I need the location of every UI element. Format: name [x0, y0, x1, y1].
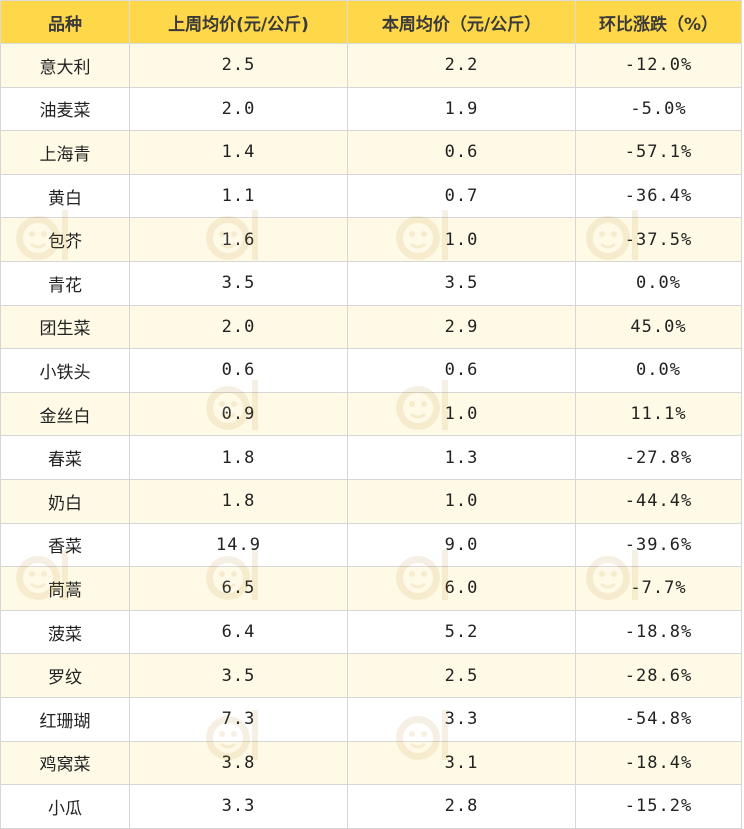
variety-cell: 小铁头	[0, 348, 130, 393]
table-row: 小铁头 0.6 0.6 0.0%	[0, 348, 742, 393]
variety-cell: 春菜	[0, 435, 130, 480]
variety-cell: 小瓜	[0, 784, 130, 829]
variety-cell: 奶白	[0, 478, 130, 524]
this-week-price-cell: 2.2	[347, 43, 576, 88]
variety-cell: 团生菜	[0, 304, 130, 350]
table-row: 团生菜 2.0 2.9 45.0%	[0, 304, 742, 350]
variety-cell: 包芥	[0, 217, 130, 262]
table-row: 鸡窝菜 3.8 3.1 -18.4%	[0, 740, 742, 786]
table-row: 金丝白 0.9 1.0 11.1%	[0, 391, 742, 437]
last-week-price-cell: 1.6	[129, 217, 348, 262]
this-week-price-cell: 6.0	[347, 566, 576, 611]
last-week-price-cell: 3.5	[129, 653, 348, 698]
change-percent-cell: -18.8%	[575, 609, 742, 655]
this-week-price-cell: 3.5	[347, 260, 576, 306]
change-percent-cell: -27.8%	[575, 435, 742, 480]
change-percent-cell: -57.1%	[575, 130, 742, 175]
change-percent-cell: -36.4%	[575, 173, 742, 219]
change-percent-cell: 11.1%	[575, 391, 742, 437]
table-header: 品种 上周均价(元/公斤) 本周均价（元/公斤） 环比涨跌（%）	[0, 0, 742, 44]
change-percent-cell: 45.0%	[575, 304, 742, 350]
table-row: 黄白 1.1 0.7 -36.4%	[0, 173, 742, 219]
variety-cell: 罗纹	[0, 653, 130, 698]
change-percent-cell: -37.5%	[575, 217, 742, 262]
table-row: 青花 3.5 3.5 0.0%	[0, 260, 742, 306]
this-week-price-cell: 1.3	[347, 435, 576, 480]
change-percent-cell: -18.4%	[575, 740, 742, 786]
this-week-price-cell: 1.0	[347, 391, 576, 437]
variety-cell: 红珊瑚	[0, 696, 130, 742]
header-variety: 品种	[0, 0, 130, 44]
change-percent-cell: -15.2%	[575, 784, 742, 829]
table-row: 奶白 1.8 1.0 -44.4%	[0, 478, 742, 524]
last-week-price-cell: 2.0	[129, 304, 348, 350]
change-percent-cell: -5.0%	[575, 86, 742, 132]
variety-cell: 茼蒿	[0, 566, 130, 611]
this-week-price-cell: 3.1	[347, 740, 576, 786]
header-this-week-price: 本周均价（元/公斤）	[347, 0, 576, 44]
this-week-price-cell: 1.9	[347, 86, 576, 132]
table-row: 油麦菜 2.0 1.9 -5.0%	[0, 86, 742, 132]
last-week-price-cell: 0.9	[129, 391, 348, 437]
this-week-price-cell: 0.6	[347, 130, 576, 175]
table-row: 春菜 1.8 1.3 -27.8%	[0, 435, 742, 480]
change-percent-cell: 0.0%	[575, 260, 742, 306]
last-week-price-cell: 1.8	[129, 478, 348, 524]
this-week-price-cell: 2.8	[347, 784, 576, 829]
last-week-price-cell: 3.3	[129, 784, 348, 829]
change-percent-cell: -12.0%	[575, 43, 742, 88]
this-week-price-cell: 1.0	[347, 217, 576, 262]
table-row: 菠菜 6.4 5.2 -18.8%	[0, 609, 742, 655]
this-week-price-cell: 0.6	[347, 348, 576, 393]
last-week-price-cell: 2.0	[129, 86, 348, 132]
last-week-price-cell: 0.6	[129, 348, 348, 393]
variety-cell: 香菜	[0, 522, 130, 568]
last-week-price-cell: 1.4	[129, 130, 348, 175]
variety-cell: 上海青	[0, 130, 130, 175]
this-week-price-cell: 3.3	[347, 696, 576, 742]
header-row: 品种 上周均价(元/公斤) 本周均价（元/公斤） 环比涨跌（%）	[0, 0, 742, 44]
last-week-price-cell: 6.5	[129, 566, 348, 611]
variety-cell: 菠菜	[0, 609, 130, 655]
header-last-week-price: 上周均价(元/公斤)	[129, 0, 348, 44]
last-week-price-cell: 2.5	[129, 43, 348, 88]
header-change-percent: 环比涨跌（%）	[575, 0, 742, 44]
last-week-price-cell: 3.8	[129, 740, 348, 786]
change-percent-cell: -39.6%	[575, 522, 742, 568]
this-week-price-cell: 9.0	[347, 522, 576, 568]
last-week-price-cell: 3.5	[129, 260, 348, 306]
price-table: 品种 上周均价(元/公斤) 本周均价（元/公斤） 环比涨跌（%） 意大利 2.5 2…	[0, 0, 742, 829]
last-week-price-cell: 6.4	[129, 609, 348, 655]
table-row: 香菜 14.9 9.0 -39.6%	[0, 522, 742, 568]
variety-cell: 青花	[0, 260, 130, 306]
last-week-price-cell: 14.9	[129, 522, 348, 568]
table-row: 茼蒿 6.5 6.0 -7.7%	[0, 566, 742, 611]
variety-cell: 黄白	[0, 173, 130, 219]
change-percent-cell: -44.4%	[575, 478, 742, 524]
table-row: 意大利 2.5 2.2 -12.0%	[0, 43, 742, 88]
table-row: 包芥 1.6 1.0 -37.5%	[0, 217, 742, 262]
table-row: 红珊瑚 7.3 3.3 -54.8%	[0, 696, 742, 742]
last-week-price-cell: 1.8	[129, 435, 348, 480]
this-week-price-cell: 5.2	[347, 609, 576, 655]
variety-cell: 金丝白	[0, 391, 130, 437]
change-percent-cell: -54.8%	[575, 696, 742, 742]
last-week-price-cell: 7.3	[129, 696, 348, 742]
this-week-price-cell: 2.5	[347, 653, 576, 698]
last-week-price-cell: 1.1	[129, 173, 348, 219]
this-week-price-cell: 0.7	[347, 173, 576, 219]
variety-cell: 意大利	[0, 43, 130, 88]
this-week-price-cell: 2.9	[347, 304, 576, 350]
variety-cell: 鸡窝菜	[0, 740, 130, 786]
table-row: 上海青 1.4 0.6 -57.1%	[0, 130, 742, 175]
change-percent-cell: -28.6%	[575, 653, 742, 698]
table-body: 意大利 2.5 2.2 -12.0% 油麦菜 2.0 1.9 -5.0% 上海青 1.4 0.6 -5…	[0, 43, 742, 829]
table-row: 罗纹 3.5 2.5 -28.6%	[0, 653, 742, 698]
table-row: 小瓜 3.3 2.8 -15.2%	[0, 784, 742, 829]
change-percent-cell: 0.0%	[575, 348, 742, 393]
change-percent-cell: -7.7%	[575, 566, 742, 611]
this-week-price-cell: 1.0	[347, 478, 576, 524]
variety-cell: 油麦菜	[0, 86, 130, 132]
